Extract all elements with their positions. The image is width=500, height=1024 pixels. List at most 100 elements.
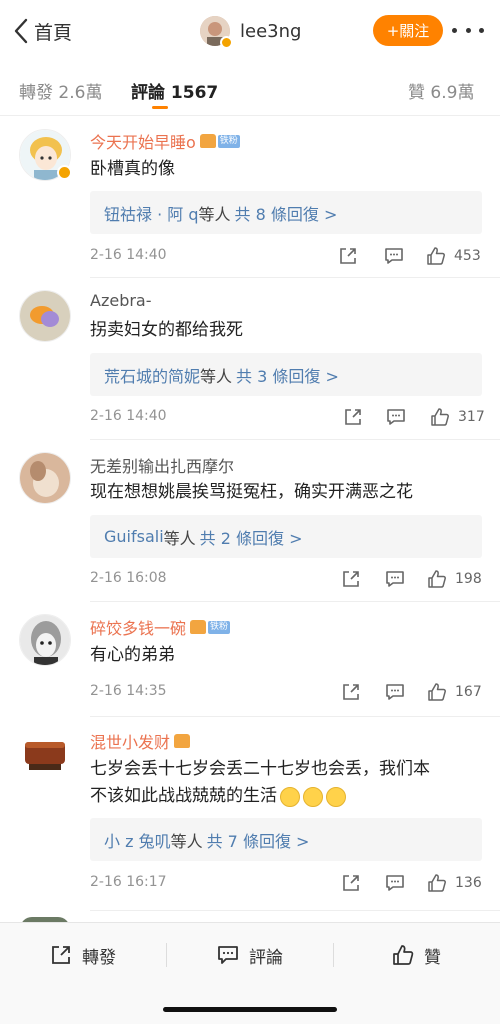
crown-icon — [190, 620, 207, 634]
comment-icon — [218, 946, 238, 964]
like-button[interactable]: 167 — [427, 679, 482, 705]
tab-comments[interactable]: 評論 1567 — [131, 78, 218, 103]
divider — [90, 910, 500, 911]
comment-time: 2-16 16:17 — [90, 874, 167, 890]
reply-button[interactable] — [386, 404, 406, 430]
comment-text: 现在想想姚晨挨骂挺冤枉，确实开满恶之花 — [90, 482, 413, 502]
like-count: 136 — [455, 875, 482, 891]
crown-icon — [174, 734, 191, 748]
comment-meta: 2-16 14:40 317 — [90, 404, 485, 430]
verified-badge-icon — [220, 36, 233, 49]
comment-time: 2-16 14:40 — [90, 408, 167, 424]
username: lee3ng — [240, 20, 302, 42]
tab-likes[interactable]: 贊 6.9萬 — [408, 78, 474, 103]
more-options-icon[interactable] — [452, 20, 484, 40]
comment-text: 七岁会丢十七岁会丢二十七岁也会丢，我们本 不该如此战战兢兢的生活 — [90, 759, 430, 807]
like-button[interactable]: 198 — [427, 566, 482, 592]
divider — [333, 943, 334, 967]
reply-preview[interactable]: Guifsali 等人 共 2 條回復 > — [90, 515, 482, 558]
like-button[interactable]: 136 — [427, 870, 482, 896]
reply-button[interactable] — [384, 243, 404, 269]
share-button[interactable] — [341, 679, 361, 705]
comment-meta: 2-16 14:35 167 — [90, 679, 482, 705]
divider — [90, 601, 500, 602]
comment-text: 有心的弟弟 — [90, 645, 175, 665]
avatar[interactable] — [200, 16, 233, 49]
share-icon — [343, 571, 359, 587]
avatar[interactable] — [19, 452, 71, 504]
like-button[interactable]: 贊 — [392, 940, 441, 970]
verified-badge-icon — [57, 165, 72, 180]
comment-button[interactable]: 評論 — [217, 940, 283, 970]
top-navigation-bar: 首頁 lee3ng +關注 — [0, 0, 500, 62]
back-label: 首頁 — [34, 21, 73, 44]
comment-meta: 2-16 16:08 198 — [90, 566, 482, 592]
sad-face-emoji-icon — [280, 786, 300, 807]
share-button[interactable] — [343, 404, 363, 430]
comment-author[interactable]: 无差别输出扎西摩尔 — [90, 453, 234, 477]
comment-author[interactable]: 今天开始早睡o 铁粉 — [90, 129, 240, 153]
comment-text: 卧槽真的像 — [90, 159, 175, 179]
comment-icon — [385, 248, 403, 264]
fan-badge: 铁粉 — [208, 620, 231, 634]
profile-header[interactable]: lee3ng — [200, 14, 302, 49]
crown-icon — [199, 134, 216, 148]
like-count: 317 — [458, 409, 485, 425]
like-button[interactable]: 453 — [426, 243, 481, 269]
thumbs-up-icon — [427, 247, 445, 265]
share-icon — [343, 684, 359, 700]
comment-time: 2-16 16:08 — [90, 570, 167, 586]
share-button[interactable] — [338, 243, 358, 269]
avatar[interactable] — [19, 728, 71, 780]
comment-time: 2-16 14:35 — [90, 683, 167, 699]
bottom-action-bar: 轉發 評論 贊 — [0, 922, 500, 1024]
share-icon — [343, 875, 359, 891]
comment-icon — [387, 409, 405, 425]
repost-button[interactable]: 轉發 — [50, 940, 116, 970]
sad-face-emoji-icon — [303, 786, 323, 807]
reply-button[interactable] — [385, 870, 405, 896]
divider — [90, 439, 500, 440]
comment-tabs: 轉發 2.6萬 評論 1567 贊 6.9萬 — [0, 62, 500, 116]
comment-time: 2-16 14:40 — [90, 247, 167, 263]
reply-button[interactable] — [385, 679, 405, 705]
comment-meta: 2-16 14:40 453 — [90, 243, 482, 269]
like-button[interactable]: 317 — [430, 404, 485, 430]
thumbs-up-icon — [428, 874, 446, 892]
back-button[interactable]: 首頁 — [12, 14, 72, 48]
comment-author[interactable]: 碎饺多钱一碗 铁粉 — [90, 615, 231, 639]
comment-author[interactable]: Azebra- — [90, 291, 152, 310]
like-count: 198 — [455, 571, 482, 587]
comment-icon — [386, 684, 404, 700]
reply-preview[interactable]: 荒石城的简妮 等人 共 3 條回復 > — [90, 353, 482, 396]
comment-icon — [386, 571, 404, 587]
comment-icon — [386, 875, 404, 891]
sad-face-emoji-icon — [326, 786, 346, 807]
reply-preview[interactable]: 钮祜禄 · 阿 q 等人 共 8 條回復 > — [90, 191, 482, 234]
tab-repost[interactable]: 轉發 2.6萬 — [19, 78, 102, 103]
reply-preview[interactable]: 小 z 兔叽 等人 共 7 條回復 > — [90, 818, 482, 861]
comment-meta: 2-16 16:17 136 — [90, 870, 482, 896]
share-icon — [345, 409, 361, 425]
reply-button[interactable] — [385, 566, 405, 592]
follow-button[interactable]: +關注 — [373, 15, 443, 46]
chevron-left-icon — [14, 18, 28, 44]
active-tab-indicator — [152, 106, 168, 109]
thumbs-up-icon — [393, 945, 414, 965]
divider — [166, 943, 167, 967]
thumbs-up-icon — [431, 408, 449, 426]
thumbs-up-icon — [428, 570, 446, 588]
share-button[interactable] — [341, 870, 361, 896]
share-button[interactable] — [341, 566, 361, 592]
like-count: 167 — [455, 684, 482, 700]
avatar[interactable] — [19, 614, 71, 666]
share-icon — [52, 946, 70, 964]
home-indicator — [163, 1007, 337, 1012]
avatar[interactable] — [19, 290, 71, 342]
fan-badge: 铁粉 — [217, 134, 240, 148]
share-icon — [340, 248, 356, 264]
thumbs-up-icon — [428, 683, 446, 701]
like-count: 453 — [454, 248, 481, 264]
comment-author[interactable]: 混世小发财 — [90, 729, 191, 753]
comment-text: 拐卖妇女的都给我死 — [90, 320, 243, 340]
